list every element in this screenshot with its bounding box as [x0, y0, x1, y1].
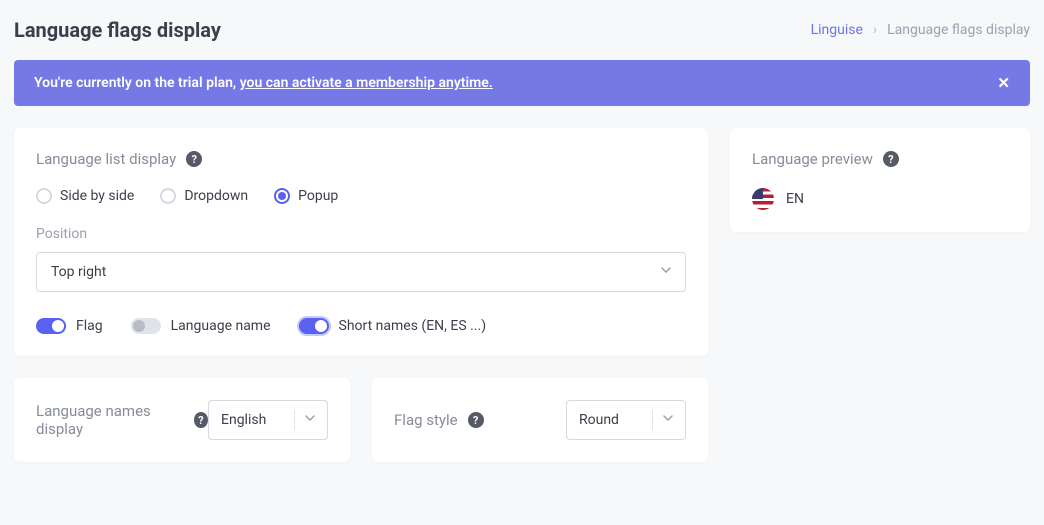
select-value: Round — [579, 412, 619, 428]
flag-style-card: Flag style ? Round — [372, 378, 708, 462]
toggle-flag[interactable]: Flag — [36, 318, 103, 334]
language-preview-card: Language preview ? EN — [730, 128, 1030, 232]
radio-circle-icon — [160, 188, 176, 204]
help-icon[interactable]: ? — [468, 412, 484, 428]
radio-label: Dropdown — [184, 188, 248, 204]
radio-side-by-side[interactable]: Side by side — [36, 188, 134, 204]
banner-activate-link[interactable]: you can activate a membership anytime. — [240, 75, 493, 91]
toggle-label: Short names (EN, ES ...) — [339, 318, 487, 334]
chevron-right-icon: › — [873, 22, 877, 38]
card-title-text: Language list display — [36, 150, 176, 168]
card-title-text: Language preview — [752, 150, 873, 168]
select-value: English — [221, 412, 266, 428]
radio-dropdown[interactable]: Dropdown — [160, 188, 248, 204]
display-mode-radios: Side by side Dropdown Popup — [36, 188, 686, 204]
page-title: Language flags display — [14, 18, 221, 42]
toggle-label: Language name — [171, 318, 271, 334]
chevron-down-icon — [663, 415, 673, 425]
radio-label: Side by side — [60, 188, 134, 204]
language-names-display-card: Language names display ? English — [14, 378, 350, 462]
preview-language-code: EN — [786, 191, 804, 207]
language-list-display-card: Language list display ? Side by side Dro… — [14, 128, 708, 356]
banner-text: You're currently on the trial plan, — [34, 75, 240, 91]
position-label: Position — [36, 226, 686, 242]
radio-circle-icon — [274, 188, 290, 204]
help-icon[interactable]: ? — [883, 151, 899, 167]
radio-label: Popup — [298, 188, 338, 204]
card-title-list-display: Language list display ? — [36, 150, 686, 168]
card-title-flag-style: Flag style ? — [394, 411, 566, 429]
card-title-preview: Language preview ? — [752, 150, 1008, 168]
toggle-switch — [36, 318, 66, 334]
preview-language-item: EN — [752, 188, 1008, 210]
radio-popup[interactable]: Popup — [274, 188, 338, 204]
breadcrumb: Linguise › Language flags display — [811, 22, 1030, 38]
help-icon[interactable]: ? — [186, 151, 202, 167]
card-title-names-display: Language names display ? — [36, 402, 208, 438]
toggle-switch — [131, 318, 161, 334]
radio-circle-icon — [36, 188, 52, 204]
breadcrumb-current: Language flags display — [887, 22, 1030, 38]
toggle-language-name[interactable]: Language name — [131, 318, 271, 334]
toggle-row: Flag Language name Short names (EN, ES .… — [36, 318, 686, 334]
card-title-text: Language names display — [36, 402, 184, 438]
close-icon[interactable]: ✕ — [997, 74, 1010, 92]
page-header: Language flags display Linguise › Langua… — [14, 10, 1030, 60]
chevron-down-icon — [661, 267, 671, 277]
us-flag-icon — [752, 188, 774, 210]
toggle-label: Flag — [76, 318, 103, 334]
toggle-short-names[interactable]: Short names (EN, ES ...) — [299, 318, 487, 334]
trial-banner: You're currently on the trial plan, you … — [14, 60, 1030, 106]
toggle-switch — [299, 318, 329, 334]
names-display-select[interactable]: English — [208, 400, 328, 440]
position-select[interactable]: Top right — [36, 252, 686, 292]
help-icon[interactable]: ? — [194, 412, 208, 428]
breadcrumb-root[interactable]: Linguise — [811, 22, 863, 38]
select-value: Top right — [51, 264, 106, 280]
card-title-text: Flag style — [394, 411, 458, 429]
flag-style-select[interactable]: Round — [566, 400, 686, 440]
chevron-down-icon — [305, 415, 315, 425]
